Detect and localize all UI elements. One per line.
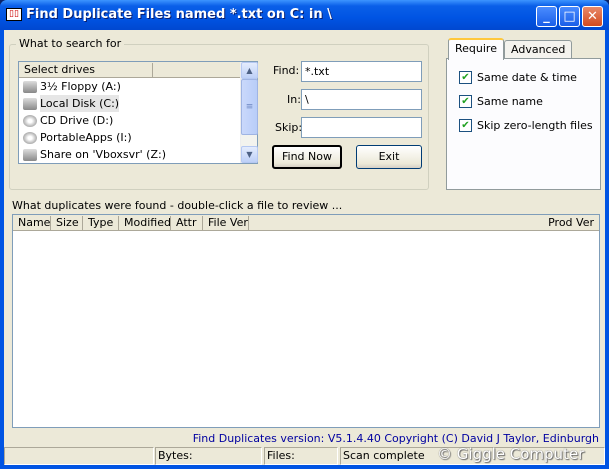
col-attr[interactable]: Attr <box>171 216 203 231</box>
status-panel-1 <box>4 447 154 465</box>
drive-label: PortableApps (I:) <box>40 131 132 144</box>
scroll-down-icon[interactable]: ▼ <box>241 146 258 163</box>
status-bytes: Bytes: <box>155 447 262 465</box>
checkbox-label: Same date & time <box>477 71 577 84</box>
tab-advanced[interactable]: Advanced <box>504 40 573 60</box>
maximize-button[interactable]: □ <box>559 6 580 27</box>
results-list[interactable]: Name Size Type Modified Attr File Ver Pr… <box>12 214 600 428</box>
find-input[interactable] <box>301 61 422 82</box>
drive-header-label[interactable]: Select drives <box>19 63 153 78</box>
in-input[interactable] <box>301 89 422 110</box>
cd-drive-icon <box>23 114 37 127</box>
app-window: ▯▯ Find Duplicate Files named *.txt on C… <box>0 0 609 469</box>
checkmark-icon: ✔ <box>459 119 472 132</box>
app-icon: ▯▯ <box>6 8 22 21</box>
drive-list[interactable]: Select drives 3½ Floppy (A:) Local Disk … <box>18 61 258 164</box>
search-group: What to search for Select drives 3½ Flop… <box>9 37 429 190</box>
drive-label: 3½ Floppy (A:) <box>40 80 121 93</box>
exit-button[interactable]: Exit <box>356 145 422 169</box>
window-title: Find Duplicate Files named *.txt on C: i… <box>26 7 332 22</box>
find-label: Find: <box>273 64 300 77</box>
drive-label: Share on 'Vboxsvr' (Z:) <box>40 148 166 161</box>
col-modified[interactable]: Modified <box>119 216 171 231</box>
network-drive-icon <box>23 148 37 161</box>
col-name[interactable]: Name <box>13 216 51 231</box>
checkmark-icon: ✔ <box>459 71 472 84</box>
scroll-thumb[interactable]: ≡ <box>241 79 258 135</box>
drive-item-local-disk[interactable]: Local Disk (C:) <box>19 95 257 112</box>
drive-item-share[interactable]: Share on 'Vboxsvr' (Z:) <box>19 146 257 163</box>
results-header: Name Size Type Modified Attr File Ver Pr… <box>13 215 599 231</box>
col-type[interactable]: Type <box>83 216 119 231</box>
title-bar[interactable]: ▯▯ Find Duplicate Files named *.txt on C… <box>0 0 609 30</box>
skip-zero-length-checkbox[interactable]: ✔ Skip zero-length files <box>459 119 593 132</box>
skip-label: Skip: <box>275 121 303 134</box>
drive-item-portableapps[interactable]: PortableApps (I:) <box>19 129 257 146</box>
floppy-icon <box>23 80 37 93</box>
drive-label: Local Disk (C:) <box>40 95 120 112</box>
hard-disk-icon <box>23 97 37 110</box>
search-group-label: What to search for <box>16 37 125 50</box>
col-size[interactable]: Size <box>51 216 83 231</box>
same-name-checkbox[interactable]: ✔ Same name <box>459 95 543 108</box>
minimize-button[interactable]: _ <box>536 6 557 27</box>
drive-list-header: Select drives <box>19 62 257 78</box>
drive-label: CD Drive (D:) <box>40 114 114 127</box>
status-files: Files: <box>264 447 338 465</box>
col-file-ver[interactable]: File Ver <box>203 216 249 231</box>
drive-list-scrollbar[interactable]: ▲ ≡ ▼ <box>240 62 258 163</box>
require-panel: ✔ Same date & time ✔ Same name ✔ Skip zero-… <box>446 58 601 190</box>
cd-drive-icon <box>23 131 37 144</box>
watermark: © Giggle Computer <box>437 445 585 463</box>
in-label: In: <box>287 93 301 106</box>
drive-item-cd[interactable]: CD Drive (D:) <box>19 112 257 129</box>
close-button[interactable]: ✕ <box>582 6 603 27</box>
client-area: What to search for Select drives 3½ Flop… <box>4 30 605 465</box>
tab-require[interactable]: Require <box>448 38 504 60</box>
skip-input[interactable] <box>301 117 422 138</box>
same-date-checkbox[interactable]: ✔ Same date & time <box>459 71 577 84</box>
results-label: What duplicates were found - double-clic… <box>12 199 343 212</box>
drive-item-floppy[interactable]: 3½ Floppy (A:) <box>19 78 257 95</box>
col-prod-ver[interactable]: Prod Ver <box>249 216 599 231</box>
checkmark-icon: ✔ <box>459 95 472 108</box>
version-text: Find Duplicates version: V5.1.4.40 Copyr… <box>192 432 599 445</box>
scroll-up-icon[interactable]: ▲ <box>241 62 258 79</box>
checkbox-label: Same name <box>477 95 543 108</box>
find-now-button[interactable]: Find Now <box>272 145 342 169</box>
checkbox-label: Skip zero-length files <box>477 119 593 132</box>
